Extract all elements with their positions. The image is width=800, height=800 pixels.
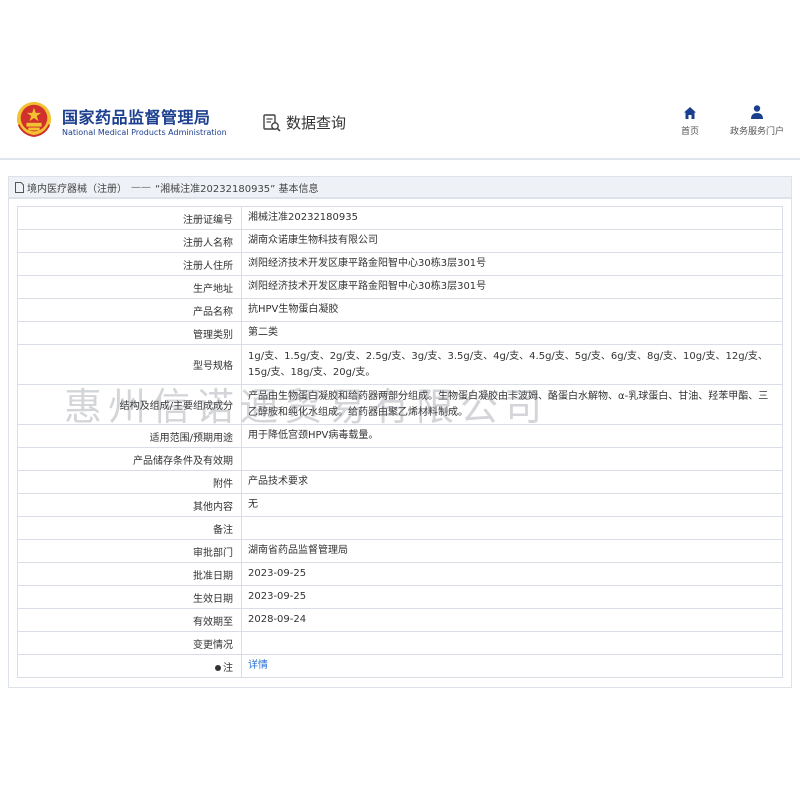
table-row: 附件 产品技术要求 (17, 470, 783, 494)
row-value (241, 447, 783, 471)
row-value: 抗HPV生物蛋白凝胶 (241, 298, 783, 322)
row-label: 其他内容 (17, 493, 242, 517)
row-label: 注册证编号 (17, 206, 242, 230)
row-label: 注 (17, 654, 242, 678)
table-row: 注 详情 (17, 654, 783, 678)
table-row: 生产地址 浏阳经济技术开发区康平路金阳智中心30栋3层301号 (17, 275, 783, 299)
table-row: 注册人住所 浏阳经济技术开发区康平路金阳智中心30栋3层301号 (17, 252, 783, 276)
row-label: 管理类别 (17, 321, 242, 345)
table-row: 其他内容无 (17, 493, 783, 517)
row-value: 无 (241, 493, 783, 517)
breadcrumb-title: “湘械注准20232180935” 基本信息 (155, 183, 319, 195)
row-value: 1g/支、1.5g/支、2g/支、2.5g/支、3g/支、3.5g/支、4g/支… (241, 344, 783, 385)
agency-name-cn: 国家药品监督管理局 (62, 108, 211, 127)
row-value: 2023-09-25 (241, 562, 783, 586)
details-link[interactable]: 详情 (248, 660, 268, 671)
row-value: 产品由生物蛋白凝胶和给药器两部分组成。生物蛋白凝胶由卡波姆、酪蛋白水解物、α-乳… (241, 384, 783, 425)
row-label: 附件 (17, 470, 242, 494)
table-row: 产品名称 抗HPV生物蛋白凝胶 (17, 298, 783, 322)
table-row: 变更情况 (17, 631, 783, 655)
row-label: 生产地址 (17, 275, 242, 299)
row-value: 浏阳经济技术开发区康平路金阳智中心30栋3层301号 (241, 275, 783, 299)
row-label: 审批部门 (17, 539, 242, 563)
table-row: 结构及组成/主要组成成分 产品由生物蛋白凝胶和给药器两部分组成。生物蛋白凝胶由卡波… (17, 384, 783, 425)
row-label: 结构及组成/主要组成成分 (17, 384, 242, 425)
table-row: 生效日期 2023-09-25 (17, 585, 783, 609)
row-value: 2028-09-24 (241, 608, 783, 632)
row-value: 用于降低宫颈HPV病毒载量。 (241, 424, 783, 448)
table-row: 批准日期 2023-09-25 (17, 562, 783, 586)
row-value: 湖南众诺康生物科技有限公司 (241, 229, 783, 253)
row-label: 注册人名称 (17, 229, 242, 253)
nav-service-portal[interactable]: 政务服务门户 (722, 104, 792, 137)
table-row: 型号规格 1g/支、1.5g/支、2g/支、2.5g/支、3g/支、3.5g/支、… (17, 344, 783, 385)
table-row: 备注 (17, 516, 783, 540)
breadcrumb: 境内医疗器械（注册） —— “湘械注准20232180935” 基本信息 (8, 176, 792, 198)
breadcrumb-separator: —— (131, 181, 151, 193)
row-label: 产品名称 (17, 298, 242, 322)
table-row: 适用范围/预期用途 用于降低宫颈HPV病毒载量。 (17, 424, 783, 448)
row-value: 湘械注准20232180935 (241, 206, 783, 230)
row-value (241, 516, 783, 540)
row-value: 浏阳经济技术开发区康平路金阳智中心30栋3层301号 (241, 252, 783, 276)
data-query-label: 数据查询 (286, 114, 347, 132)
table-row: 注册证编号 湘械注准20232180935 (17, 206, 783, 230)
row-value: 产品技术要求 (241, 470, 783, 494)
nav-service-label: 政务服务门户 (729, 127, 784, 137)
header-divider (0, 158, 800, 160)
row-label: 适用范围/预期用途 (17, 424, 242, 448)
detail-panel: 注册证编号 湘械注准20232180935 注册人名称 湖南众诺康生物科技有限公司 … (8, 198, 792, 688)
row-label: 批准日期 (17, 562, 242, 586)
table-row: 注册人名称 湖南众诺康生物科技有限公司 (17, 229, 783, 253)
nav-home-label: 首页 (680, 127, 699, 137)
row-value: 湖南省药品监督管理局 (241, 539, 783, 563)
document-search-icon (263, 113, 281, 132)
bullet-icon (215, 664, 221, 671)
row-value: 第二类 (241, 321, 783, 345)
national-emblem-icon (16, 101, 52, 138)
row-label: 型号规格 (17, 344, 242, 385)
nav-home[interactable]: 首页 (672, 106, 708, 137)
row-label: 产品储存条件及有效期 (17, 447, 242, 471)
breadcrumb-category[interactable]: 境内医疗器械（注册） (27, 180, 127, 195)
table-row: 审批部门 湖南省药品监督管理局 (17, 539, 783, 563)
row-label: 备注 (17, 516, 242, 540)
table-row: 产品储存条件及有效期 (17, 447, 783, 471)
row-label: 生效日期 (17, 585, 242, 609)
row-value: 详情 (241, 654, 783, 678)
user-icon (751, 105, 763, 119)
agency-name-en: National Medical Products Administration (62, 128, 227, 137)
home-icon (684, 107, 696, 119)
row-value (241, 631, 783, 655)
note-label: 注 (223, 662, 233, 674)
site-header: 国家药品监督管理局 National Medical Products Admi… (0, 0, 800, 160)
table-row: 有效期至 2028-09-24 (17, 608, 783, 632)
row-label: 有效期至 (17, 608, 242, 632)
data-query-link[interactable]: 数据查询 (262, 112, 346, 133)
row-label: 变更情况 (17, 631, 242, 655)
detail-table: 注册证编号 湘械注准20232180935 注册人名称 湖南众诺康生物科技有限公司 … (17, 206, 783, 678)
document-icon (15, 181, 24, 193)
row-label: 注册人住所 (17, 252, 242, 276)
table-row: 管理类别 第二类 (17, 321, 783, 345)
row-value: 2023-09-25 (241, 585, 783, 609)
